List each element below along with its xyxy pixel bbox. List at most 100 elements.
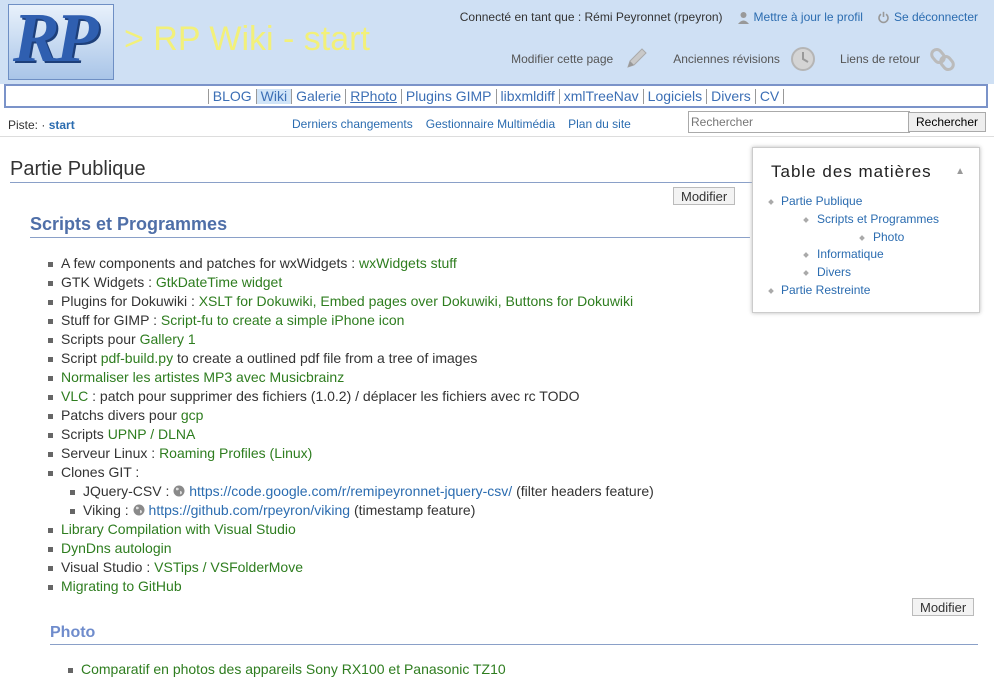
clock-icon [790, 46, 816, 72]
musicbrainz-link[interactable]: Normaliser les artistes MP3 avec Musicbr… [61, 369, 344, 385]
nav-item-xmltreenav[interactable]: xmlTreeNav [558, 88, 643, 104]
toc-entry: Divers [769, 264, 939, 282]
toc-title[interactable]: Table des matières [771, 162, 932, 182]
dyndns-link[interactable]: DynDns autologin [61, 540, 172, 556]
photo-list: Comparatif en photos des appareils Sony … [68, 660, 506, 679]
migrating-github-link[interactable]: Migrating to GitHub [61, 578, 182, 594]
update-profile-link[interactable]: Mettre à jour le profil [737, 10, 863, 25]
dokuwiki-plugins-link[interactable]: XSLT for Dokuwiki, Embed pages over Doku… [199, 293, 633, 309]
nav-item-plugins-gimp[interactable]: Plugins GIMP [400, 88, 496, 104]
nav-item-libxmldiff[interactable]: libxmldiff [495, 88, 559, 104]
backlinks-label: Liens de retour [839, 52, 920, 66]
breadcrumb-label: Piste: [8, 118, 39, 132]
logo-text: RP [13, 0, 98, 77]
sitemap-link[interactable]: Plan du site [568, 117, 631, 131]
toc-entry: Photo [769, 229, 939, 247]
old-revisions-label: Anciennes révisions [673, 52, 780, 66]
edit-page-tool[interactable]: Modifier cette page [511, 46, 649, 72]
section-heading-photo: Photo [50, 624, 978, 645]
toc-link-partie-restreinte[interactable]: Partie Restreinte [781, 283, 870, 297]
site-title[interactable]: > RP Wiki - start [124, 20, 370, 59]
list-item: GTK Widgets : GtkDateTime widget [48, 273, 654, 292]
list-item: Viking : https://github.com/rpeyron/viki… [48, 501, 654, 520]
site-logo[interactable]: RP [8, 0, 114, 80]
nav-item-wiki[interactable]: Wiki [255, 88, 292, 104]
toc-link-informatique[interactable]: Informatique [817, 247, 884, 261]
site-tools: Derniers changements Gestionnaire Multim… [292, 117, 631, 131]
nav-item-cv[interactable]: CV [754, 88, 785, 104]
vlc-link[interactable]: VLC [61, 388, 88, 404]
list-item: JQuery-CSV : https://code.google.com/r/r… [48, 482, 654, 501]
breadcrumb: Piste: · start [8, 118, 75, 132]
nav-item-divers[interactable]: Divers [706, 88, 755, 104]
logout-label: Se déconnecter [893, 10, 978, 24]
jquery-csv-link[interactable]: https://code.google.com/r/remipeyronnet-… [189, 483, 512, 499]
list-item: Stuff for GIMP : Script-fu to create a s… [48, 311, 654, 330]
toc-entry: Informatique [769, 246, 939, 264]
nav-item-galerie[interactable]: Galerie [291, 88, 345, 104]
gallery-link[interactable]: Gallery 1 [140, 331, 196, 347]
upnp-dlna-link[interactable]: UPNP / DLNA [108, 426, 196, 442]
breadcrumb-start-link[interactable]: start [49, 118, 75, 132]
list-item: A few components and patches for wxWidge… [48, 254, 654, 273]
list-item: Normaliser les artistes MP3 avec Musicbr… [48, 368, 654, 387]
nav-item-rphoto[interactable]: RPhoto [345, 88, 401, 104]
main-nav: BLOG Wiki Galerie RPhoto Plugins GIMP li… [4, 84, 988, 108]
edit-page-label: Modifier cette page [511, 52, 614, 66]
toc-list: Partie Publique Scripts et Programmes Ph… [769, 193, 939, 300]
edit-section-button[interactable]: Modifier [673, 187, 736, 205]
sub-bar: Piste: · start Derniers changements Gest… [0, 108, 994, 137]
pencil-icon [623, 46, 649, 72]
list-item: Script pdf-build.py to create a outlined… [48, 349, 654, 368]
section-heading-partie-publique: Partie Publique [10, 158, 756, 183]
comparatif-photos-link[interactable]: Comparatif en photos des appareils Sony … [81, 661, 506, 677]
library-compilation-link[interactable]: Library Compilation with Visual Studio [61, 521, 296, 537]
pdf-build-link[interactable]: pdf-build.py [101, 350, 173, 366]
roaming-profiles-link[interactable]: Roaming Profiles (Linux) [159, 445, 312, 461]
recent-changes-link[interactable]: Derniers changements [292, 117, 413, 131]
page-tools: Modifier cette page Anciennes révisions … [511, 46, 956, 72]
update-profile-label: Mettre à jour le profil [753, 10, 863, 24]
list-item: Clones GIT : [48, 463, 654, 482]
toc-link-partie-publique[interactable]: Partie Publique [781, 194, 862, 208]
header: RP > RP Wiki - start Connecté en tant qu… [0, 0, 994, 84]
toc-entry: Partie Restreinte [769, 282, 939, 300]
media-manager-link[interactable]: Gestionnaire Multimédia [426, 117, 555, 131]
toc-entry: Scripts et Programmes [769, 211, 939, 229]
chain-link-icon [930, 46, 956, 72]
backlinks-tool[interactable]: Liens de retour [840, 46, 956, 72]
globe-icon [173, 485, 185, 497]
edit-section-button[interactable]: Modifier [912, 598, 975, 616]
list-item: Serveur Linux : Roaming Profiles (Linux) [48, 444, 654, 463]
gcp-link[interactable]: gcp [181, 407, 204, 423]
list-item: Scripts pour Gallery 1 [48, 330, 654, 349]
scripts-list: A few components and patches for wxWidge… [48, 254, 654, 596]
script-fu-link[interactable]: Script-fu to create a simple iPhone icon [161, 312, 405, 328]
vstips-link[interactable]: VSTips / VSFolderMove [154, 559, 303, 575]
globe-icon [133, 504, 145, 516]
toc-link-divers[interactable]: Divers [817, 265, 851, 279]
toc-toggle-icon[interactable]: ▲ [955, 166, 965, 177]
nav-item-logiciels[interactable]: Logiciels [642, 88, 706, 104]
toc-link-photo[interactable]: Photo [873, 230, 904, 244]
user-icon [737, 12, 749, 25]
toc-entry: Partie Publique [769, 193, 939, 211]
wxwidgets-link[interactable]: wxWidgets stuff [359, 255, 457, 271]
user-info: Connecté en tant que : Rémi Peyronnet (r… [459, 10, 723, 25]
old-revisions-tool[interactable]: Anciennes révisions [673, 46, 816, 72]
list-item: Library Compilation with Visual Studio [48, 520, 654, 539]
toc-link-scripts[interactable]: Scripts et Programmes [817, 212, 939, 226]
list-item: Migrating to GitHub [48, 577, 654, 596]
table-of-contents: Table des matières ▲ Partie Publique Scr… [752, 147, 980, 313]
search-input[interactable] [688, 111, 910, 133]
list-item: Patchs divers pour gcp [48, 406, 654, 425]
list-item: Plugins for Dokuwiki : XSLT for Dokuwiki… [48, 292, 654, 311]
section-heading-scripts: Scripts et Programmes [30, 214, 750, 238]
list-item: Comparatif en photos des appareils Sony … [68, 660, 506, 679]
nav-item-blog[interactable]: BLOG [207, 88, 256, 104]
logout-link[interactable]: Se déconnecter [877, 10, 978, 24]
list-item: Visual Studio : VSTips / VSFolderMove [48, 558, 654, 577]
search-button[interactable]: Rechercher [908, 112, 986, 132]
gtkdatetime-link[interactable]: GtkDateTime widget [156, 274, 282, 290]
viking-link[interactable]: https://github.com/rpeyron/viking [149, 502, 351, 518]
